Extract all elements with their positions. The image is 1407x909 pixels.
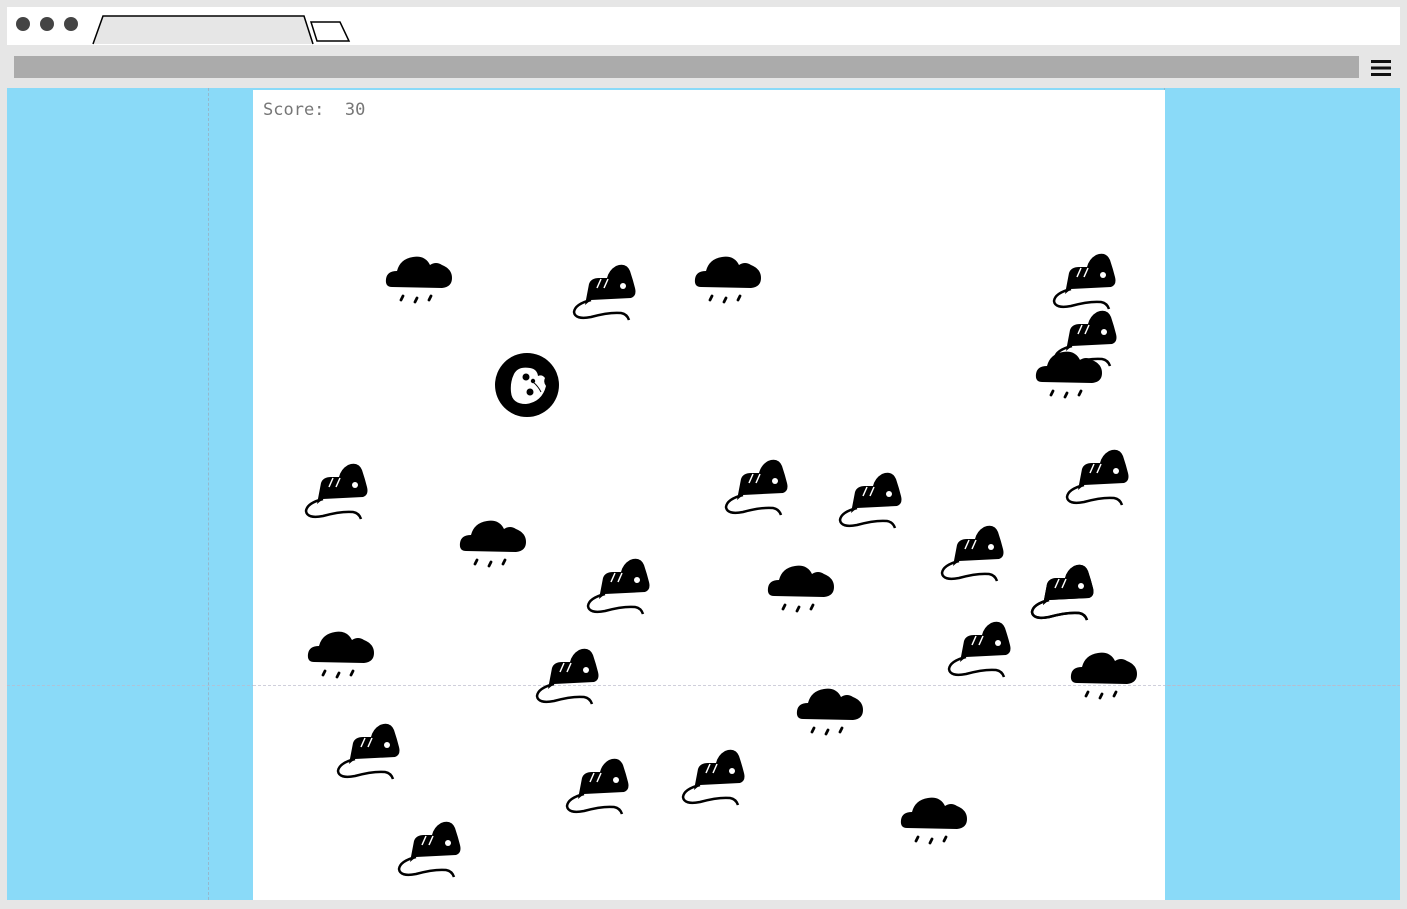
player-cookie[interactable] (494, 352, 560, 418)
mouse-enemy (534, 642, 604, 708)
browser-tabs (92, 15, 351, 45)
mouse-icon (586, 558, 650, 615)
game-viewport: Score: 30 (7, 88, 1400, 900)
snow-cloud-hazard (1034, 340, 1104, 406)
tab-strip (7, 7, 1400, 45)
snow-cloud-hazard (1069, 641, 1139, 707)
mouse-enemy (837, 466, 907, 532)
bitten-cookie-icon (495, 353, 559, 417)
snow-cloud-icon (307, 631, 374, 679)
game-canvas[interactable]: Score: 30 (253, 90, 1400, 900)
snow-cloud-icon (459, 520, 526, 568)
hamburger-icon[interactable] (1369, 56, 1393, 80)
snow-cloud-icon (385, 256, 452, 304)
mouse-icon (565, 758, 629, 815)
new-tab-button[interactable] (309, 21, 351, 42)
guide-line (208, 88, 209, 900)
mouse-enemy (1051, 247, 1121, 313)
snow-cloud-hazard (899, 786, 969, 852)
mouse-enemy (585, 552, 655, 618)
mouse-enemy (1029, 558, 1099, 624)
mouse-icon (1065, 449, 1129, 506)
mouse-icon (535, 648, 599, 705)
mouse-icon (397, 821, 461, 878)
snow-cloud-hazard (693, 245, 763, 311)
snow-cloud-hazard (766, 554, 836, 620)
mouse-enemy (723, 453, 793, 519)
mouse-enemy (946, 615, 1016, 681)
mouse-enemy (939, 519, 1009, 585)
mouse-icon (1030, 564, 1094, 621)
browser-window: Score: 30 (0, 0, 1407, 909)
snow-cloud-icon (767, 565, 834, 613)
mouse-icon (947, 621, 1011, 678)
mouse-enemy (571, 258, 641, 324)
mouse-enemy (564, 752, 634, 818)
snow-cloud-icon (694, 256, 761, 304)
mouse-icon (681, 749, 745, 806)
snow-cloud-hazard (384, 245, 454, 311)
mouse-icon (838, 472, 902, 529)
mouse-enemy (303, 457, 373, 523)
mouse-icon (304, 463, 368, 520)
snow-cloud-hazard (306, 620, 376, 686)
snow-cloud-icon (1070, 652, 1137, 700)
active-tab[interactable] (92, 15, 314, 45)
mouse-icon (724, 459, 788, 516)
mouse-icon (940, 525, 1004, 582)
snow-cloud-hazard (795, 677, 865, 743)
score-display: Score: 30 (263, 100, 365, 120)
mouse-icon (336, 723, 400, 780)
mouse-icon (1052, 253, 1116, 310)
snow-cloud-icon (1035, 351, 1102, 399)
score-value: 30 (344, 100, 366, 120)
mouse-enemy (1064, 443, 1134, 509)
mouse-enemy (396, 815, 466, 881)
snow-cloud-icon (796, 688, 863, 736)
mouse-enemy (680, 743, 750, 809)
mouse-enemy (335, 717, 405, 783)
score-label: Score: (263, 100, 325, 120)
window-bottom-edge (0, 900, 1407, 909)
snow-cloud-icon (900, 797, 967, 845)
address-bar[interactable] (14, 56, 1359, 78)
mouse-icon (572, 264, 636, 321)
snow-cloud-hazard (458, 509, 528, 575)
